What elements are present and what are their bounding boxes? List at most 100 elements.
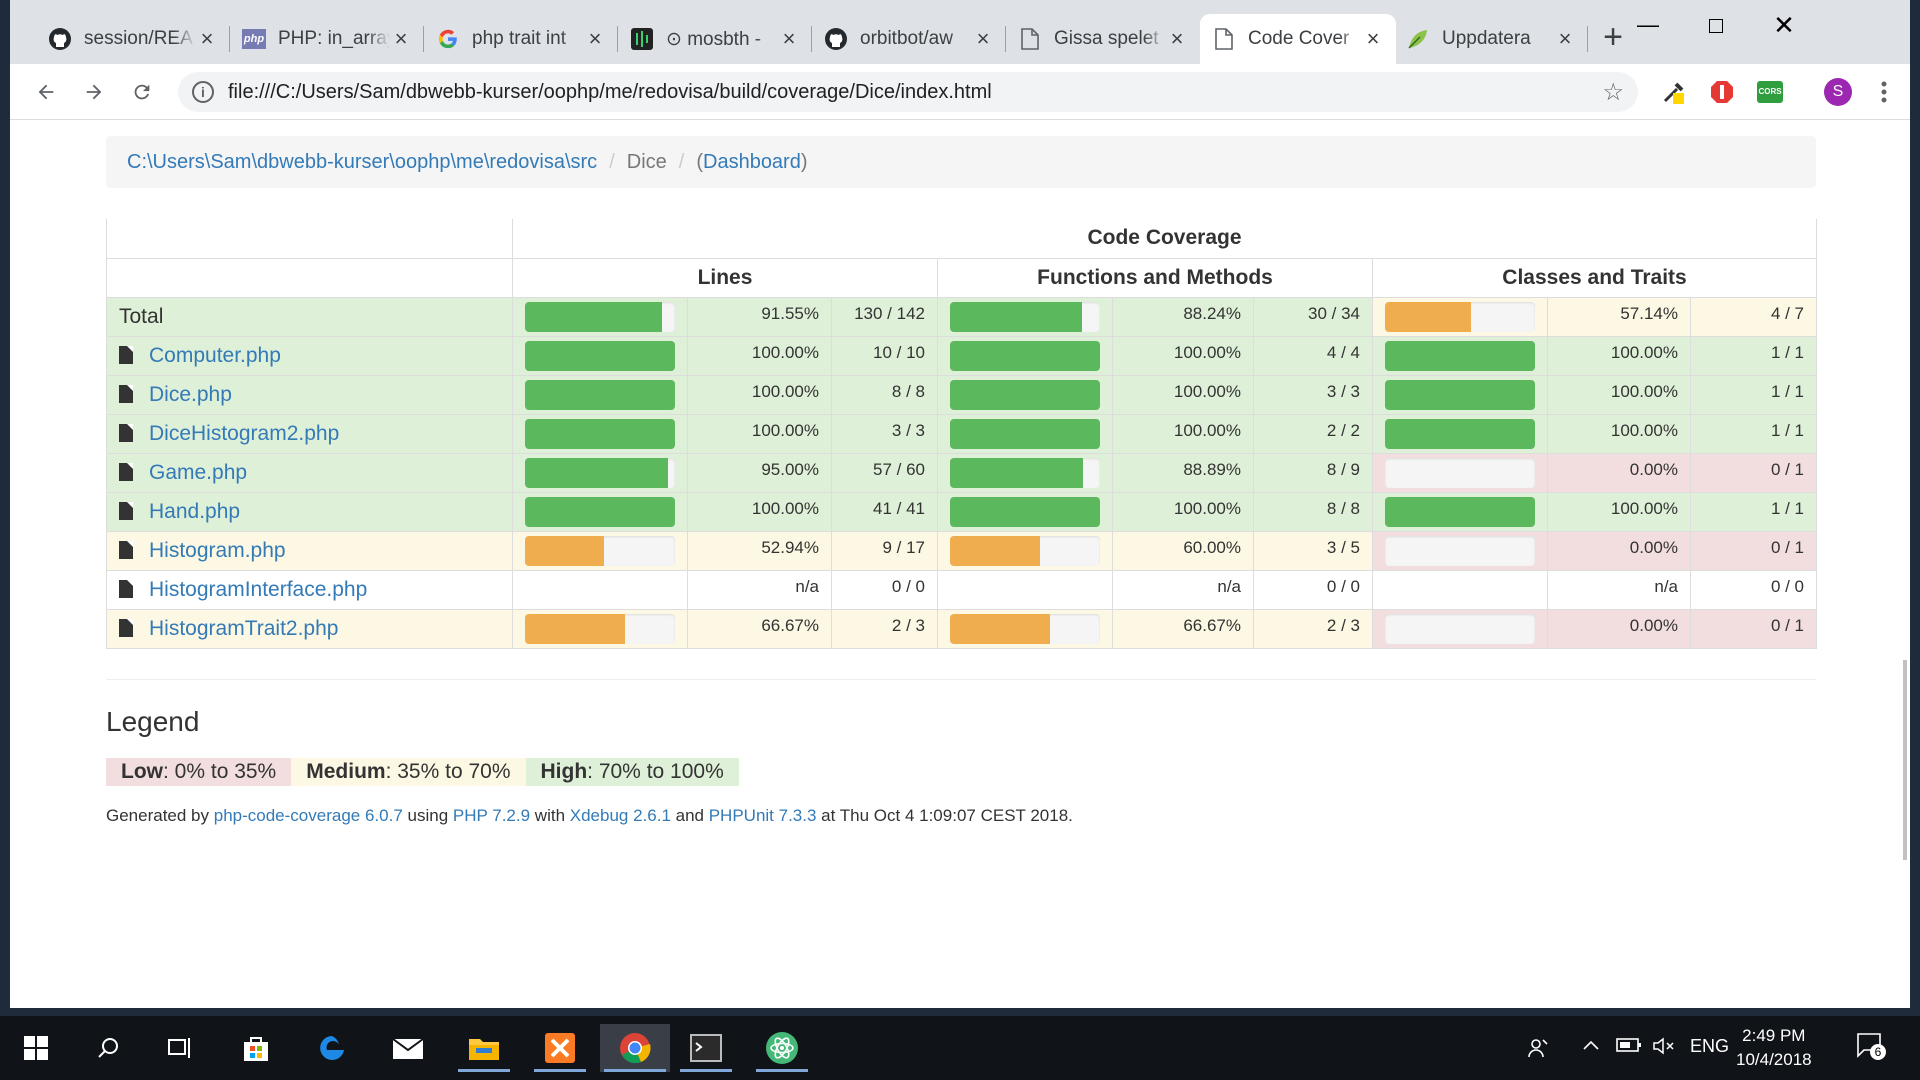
php-link[interactable]: PHP 7.2.9 — [453, 806, 530, 825]
file-name-cell: Hand.php — [106, 491, 513, 532]
address-bar[interactable]: i file:///C:/Users/Sam/dbwebb-kurser/oop… — [178, 72, 1638, 112]
browser-tab-1[interactable]: session/REA × — [36, 14, 230, 64]
maximize-button[interactable] — [1690, 8, 1742, 42]
tab-close-icon[interactable]: × — [584, 26, 606, 52]
file-link[interactable]: DiceHistogram2.php — [149, 422, 339, 445]
file-link[interactable]: HistogramTrait2.php — [149, 617, 338, 640]
battery-icon[interactable] — [1616, 1036, 1642, 1059]
cls-bar-cell — [1372, 374, 1548, 415]
legend-low-label: Low — [121, 760, 163, 783]
file-icon — [119, 345, 133, 364]
cls-percent-cell: 0.00% — [1547, 452, 1691, 493]
fn-progress-bar — [950, 340, 1100, 371]
profile-avatar[interactable]: S — [1824, 78, 1852, 106]
fn-progress-bar — [950, 496, 1100, 527]
fn-progress-fill — [950, 379, 1100, 410]
browser-tab-4[interactable]: ⊙ mosbth - × — [618, 14, 812, 64]
browser-tab-6[interactable]: Gissa spelet × — [1006, 14, 1200, 64]
close-window-button[interactable]: ✕ — [1758, 8, 1810, 42]
extension-cors-icon[interactable]: CORS — [1756, 78, 1784, 106]
fn-bar-cell — [937, 413, 1113, 454]
forward-button[interactable] — [78, 76, 110, 108]
file-link[interactable]: Computer.php — [149, 344, 281, 367]
header-row-top: Code Coverage — [106, 219, 1818, 259]
system-clock[interactable]: 2:49 PM 10/4/2018 — [1736, 1024, 1812, 1072]
phpunit-link[interactable]: PHPUnit 7.3.3 — [709, 806, 817, 825]
info-icon[interactable]: i — [192, 81, 214, 103]
file-link[interactable]: HistogramInterface.php — [149, 578, 367, 601]
lines-progress-fill — [525, 457, 668, 488]
language-indicator[interactable]: ENG — [1690, 1036, 1729, 1057]
tab-close-icon[interactable]: × — [1166, 26, 1188, 52]
reload-button[interactable] — [126, 76, 158, 108]
file-link[interactable]: Histogram.php — [149, 539, 286, 562]
fn-count-cell: 2 / 3 — [1253, 608, 1373, 649]
back-button[interactable] — [30, 76, 62, 108]
header-empty-cell — [106, 258, 513, 298]
windows-taskbar: ENG 2:49 PM 10/4/2018 6 — [0, 1016, 1920, 1080]
legend-low: Low: 0% to 35% — [106, 758, 292, 786]
taskbar-store[interactable] — [226, 1024, 286, 1072]
breadcrumb-root-link[interactable]: C:\Users\Sam\dbwebb-kurser\oophp\me\redo… — [127, 151, 597, 174]
page-scrollbar[interactable] — [1900, 120, 1910, 1008]
people-icon[interactable] — [1526, 1036, 1550, 1065]
php-code-coverage-link[interactable]: php-code-coverage 6.0.7 — [214, 806, 403, 825]
tray-chevron-up-icon[interactable] — [1582, 1036, 1600, 1059]
lines-progress-fill — [525, 496, 675, 527]
extension-eyedropper-icon[interactable] — [1660, 78, 1688, 106]
cls-bar-cell — [1372, 491, 1548, 532]
terminal-icon — [690, 1034, 722, 1062]
tab-close-icon[interactable]: × — [1362, 26, 1384, 52]
taskbar-terminal[interactable] — [676, 1024, 736, 1072]
dashboard-link[interactable]: Dashboard — [703, 151, 801, 174]
browser-tab-7[interactable]: Code Cover × — [1200, 14, 1396, 64]
browser-tab-2[interactable]: php PHP: in_array × — [230, 14, 424, 64]
volume-muted-icon[interactable] — [1652, 1036, 1676, 1061]
lines-percent-cell: 100.00% — [687, 491, 832, 532]
lines-count-cell: 0 / 0 — [831, 569, 938, 610]
tab-close-icon[interactable]: × — [972, 26, 994, 52]
taskbar-edge[interactable] — [302, 1024, 362, 1072]
lines-bar-cell — [512, 413, 688, 454]
footer-text: at Thu Oct 4 1:09:07 CEST 2018. — [816, 806, 1073, 825]
menu-kebab-icon[interactable] — [1870, 78, 1898, 106]
cls-progress-bar — [1385, 379, 1535, 410]
browser-tab-5[interactable]: orbitbot/aw × — [812, 14, 1006, 64]
file-link[interactable]: Dice.php — [149, 383, 232, 406]
file-link[interactable]: Game.php — [149, 461, 247, 484]
breadcrumb-paren-close: ) — [800, 150, 808, 173]
taskbar-xampp[interactable] — [530, 1024, 590, 1072]
fn-progress-fill — [950, 535, 1040, 566]
lines-count-cell: 10 / 10 — [831, 335, 938, 376]
taskbar-atom[interactable] — [752, 1024, 812, 1072]
tab-close-icon[interactable]: × — [196, 26, 218, 52]
xdebug-link[interactable]: Xdebug 2.6.1 — [570, 806, 671, 825]
fn-percent-cell: 66.67% — [1112, 608, 1254, 649]
cls-progress-bar — [1385, 535, 1535, 566]
action-center-button[interactable]: 6 — [1856, 1032, 1886, 1063]
cls-progress-fill — [1385, 379, 1535, 410]
chrome-icon — [620, 1033, 651, 1064]
browser-tab-3[interactable]: php trait int × — [424, 14, 618, 64]
folder-icon — [469, 1039, 499, 1060]
fn-count-cell: 3 / 5 — [1253, 530, 1373, 571]
bookmark-star-icon[interactable]: ☆ — [1602, 78, 1624, 107]
minimize-button[interactable]: — — [1622, 8, 1674, 42]
tab-close-icon[interactable]: × — [1554, 26, 1576, 52]
start-button[interactable] — [6, 1024, 66, 1072]
tab-close-icon[interactable]: × — [778, 26, 800, 52]
file-link[interactable]: Hand.php — [149, 500, 240, 523]
taskbar-mail[interactable] — [378, 1024, 438, 1072]
search-button[interactable] — [78, 1024, 138, 1072]
taskbar-file-explorer[interactable] — [454, 1024, 514, 1072]
browser-tab-8[interactable]: Uppdatera × — [1394, 14, 1588, 64]
scrollbar-thumb[interactable] — [1903, 660, 1907, 860]
breadcrumb-separator: / — [609, 150, 615, 173]
cls-percent-cell: 57.14% — [1547, 296, 1691, 337]
tab-close-icon[interactable]: × — [390, 26, 412, 52]
taskbar-chrome[interactable] — [600, 1024, 670, 1072]
fn-bar-cell — [937, 374, 1113, 415]
extension-shield-icon[interactable] — [1708, 78, 1736, 106]
task-view-button[interactable] — [150, 1024, 210, 1072]
edge-icon — [320, 1036, 344, 1060]
